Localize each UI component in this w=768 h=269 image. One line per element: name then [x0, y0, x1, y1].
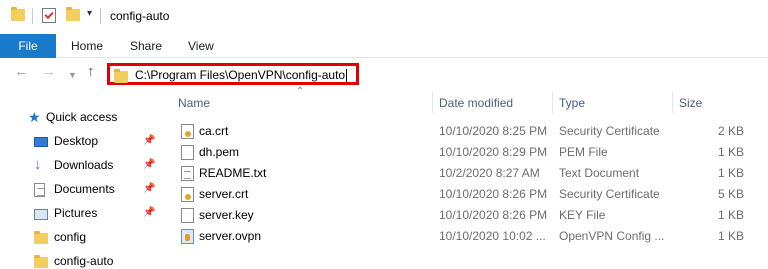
file-type: PEM File [559, 145, 608, 159]
file-date: 10/10/2020 8:26 PM [439, 208, 548, 222]
file-name: server.ovpn [199, 229, 262, 243]
sidebar-item-label: Quick access [46, 110, 118, 124]
forward-button[interactable]: → [41, 64, 56, 80]
toolbar-separator [100, 8, 101, 24]
tab-home[interactable]: Home [71, 34, 103, 58]
recent-locations-button[interactable]: ▼ [68, 67, 77, 83]
customize-toolbar-icon[interactable]: ▾ [87, 8, 92, 19]
title-bar: ▾ config-auto [0, 0, 768, 34]
sidebar-item-label: Documents [54, 182, 115, 196]
address-path: C:\Program Files\OpenVPN\config-auto [135, 68, 348, 83]
file-size: 1 KB [717, 229, 744, 243]
file-size: 5 KB [717, 187, 744, 201]
file-size: 1 KB [717, 208, 744, 222]
file-date: 10/2/2020 8:27 AM [439, 166, 540, 180]
pictures-icon [34, 209, 48, 220]
file-type: Text Document [559, 166, 640, 180]
pin-icon[interactable]: 📌 [143, 207, 155, 218]
file-name: ca.crt [199, 124, 229, 138]
column-type[interactable]: Type [559, 96, 585, 110]
file-size: 2 KB [717, 124, 744, 138]
back-button[interactable]: ← [14, 64, 29, 80]
new-folder-icon[interactable] [66, 7, 80, 21]
sidebar-item-pictures[interactable]: Pictures 📌 [0, 203, 160, 225]
sidebar-item-downloads[interactable]: ↓ Downloads 📌 [0, 155, 160, 177]
table-row[interactable]: server.key 10/10/2020 8:26 PM KEY File 1… [172, 205, 768, 226]
pin-icon[interactable]: 📌 [143, 135, 155, 146]
folder-icon [114, 69, 128, 83]
tab-share[interactable]: Share [130, 34, 162, 58]
tab-view[interactable]: View [188, 34, 214, 58]
folder-icon [34, 231, 48, 244]
column-date-modified[interactable]: Date modified [439, 96, 513, 110]
pin-icon[interactable]: 📌 [143, 183, 155, 194]
file-date: 10/10/2020 10:02 ... [439, 229, 546, 243]
file-icon [181, 208, 194, 223]
table-row[interactable]: server.crt 10/10/2020 8:26 PM Security C… [172, 184, 768, 205]
toolbar-separator [32, 8, 33, 24]
column-size[interactable]: Size [679, 96, 702, 110]
text-caret [346, 69, 348, 83]
sidebar-item-label: Desktop [54, 134, 99, 148]
sidebar-item-label: config-auto [54, 254, 114, 268]
sidebar-item-config-auto[interactable]: config-auto [0, 251, 160, 269]
folder-icon [34, 255, 48, 268]
table-row[interactable]: README.txt 10/2/2020 8:27 AM Text Docume… [172, 163, 768, 184]
window-title: config-auto [110, 9, 170, 23]
column-divider[interactable] [552, 91, 553, 113]
up-button[interactable]: ↑ [87, 64, 95, 80]
sidebar-item-documents[interactable]: Documents 📌 [0, 179, 160, 201]
address-text: C:\Program Files\OpenVPN\config-auto [135, 68, 346, 82]
column-divider[interactable] [432, 91, 433, 113]
file-name: README.txt [199, 166, 267, 180]
pin-icon[interactable]: 📌 [143, 159, 155, 170]
table-row[interactable]: dh.pem 10/10/2020 8:29 PM PEM File 1 KB [172, 142, 768, 163]
star-icon: ★ [28, 109, 41, 125]
download-icon: ↓ [34, 156, 42, 173]
file-type: OpenVPN Config ... [559, 229, 665, 243]
column-divider[interactable] [672, 91, 673, 113]
sidebar-item-label: Downloads [54, 158, 114, 172]
file-date: 10/10/2020 8:25 PM [439, 124, 548, 138]
folder-icon [11, 7, 25, 21]
ribbon: File Home Share View [0, 34, 768, 58]
sidebar-item-quick-access[interactable]: ★ Quick access [0, 107, 160, 129]
navigation-pane: ★ Quick access Desktop 📌 ↓ Downloads 📌 D… [0, 100, 160, 269]
column-name[interactable]: Name [178, 96, 210, 110]
file-type: Security Certificate [559, 187, 660, 201]
openvpn-config-icon [181, 229, 194, 244]
file-name: server.key [199, 208, 254, 222]
file-icon [181, 145, 194, 160]
documents-icon [34, 183, 45, 197]
file-date: 10/10/2020 8:26 PM [439, 187, 548, 201]
file-type: Security Certificate [559, 124, 660, 138]
sidebar-item-desktop[interactable]: Desktop 📌 [0, 131, 160, 153]
certificate-icon [181, 124, 194, 139]
address-bar[interactable]: C:\Program Files\OpenVPN\config-auto [107, 63, 359, 85]
file-size: 1 KB [717, 145, 744, 159]
navigation-bar: ← → ▼ ↑ C:\Program Files\OpenVPN\config-… [0, 58, 768, 88]
tab-file[interactable]: File [0, 34, 56, 58]
table-row[interactable]: ca.crt 10/10/2020 8:25 PM Security Certi… [172, 121, 768, 142]
text-file-icon [181, 166, 194, 181]
properties-icon[interactable] [42, 8, 56, 23]
table-row[interactable]: server.ovpn 10/10/2020 10:02 ... OpenVPN… [172, 226, 768, 247]
file-type: KEY File [559, 208, 606, 222]
file-name: dh.pem [199, 145, 240, 159]
file-name: server.crt [199, 187, 249, 201]
file-size: 1 KB [717, 166, 744, 180]
sort-ascending-icon: ⌃ [296, 86, 305, 97]
sidebar-item-label: Pictures [54, 206, 98, 220]
certificate-icon [181, 187, 194, 202]
desktop-icon [34, 137, 48, 147]
file-date: 10/10/2020 8:29 PM [439, 145, 548, 159]
sidebar-item-config[interactable]: config [0, 227, 160, 249]
sidebar-item-label: config [54, 230, 87, 244]
